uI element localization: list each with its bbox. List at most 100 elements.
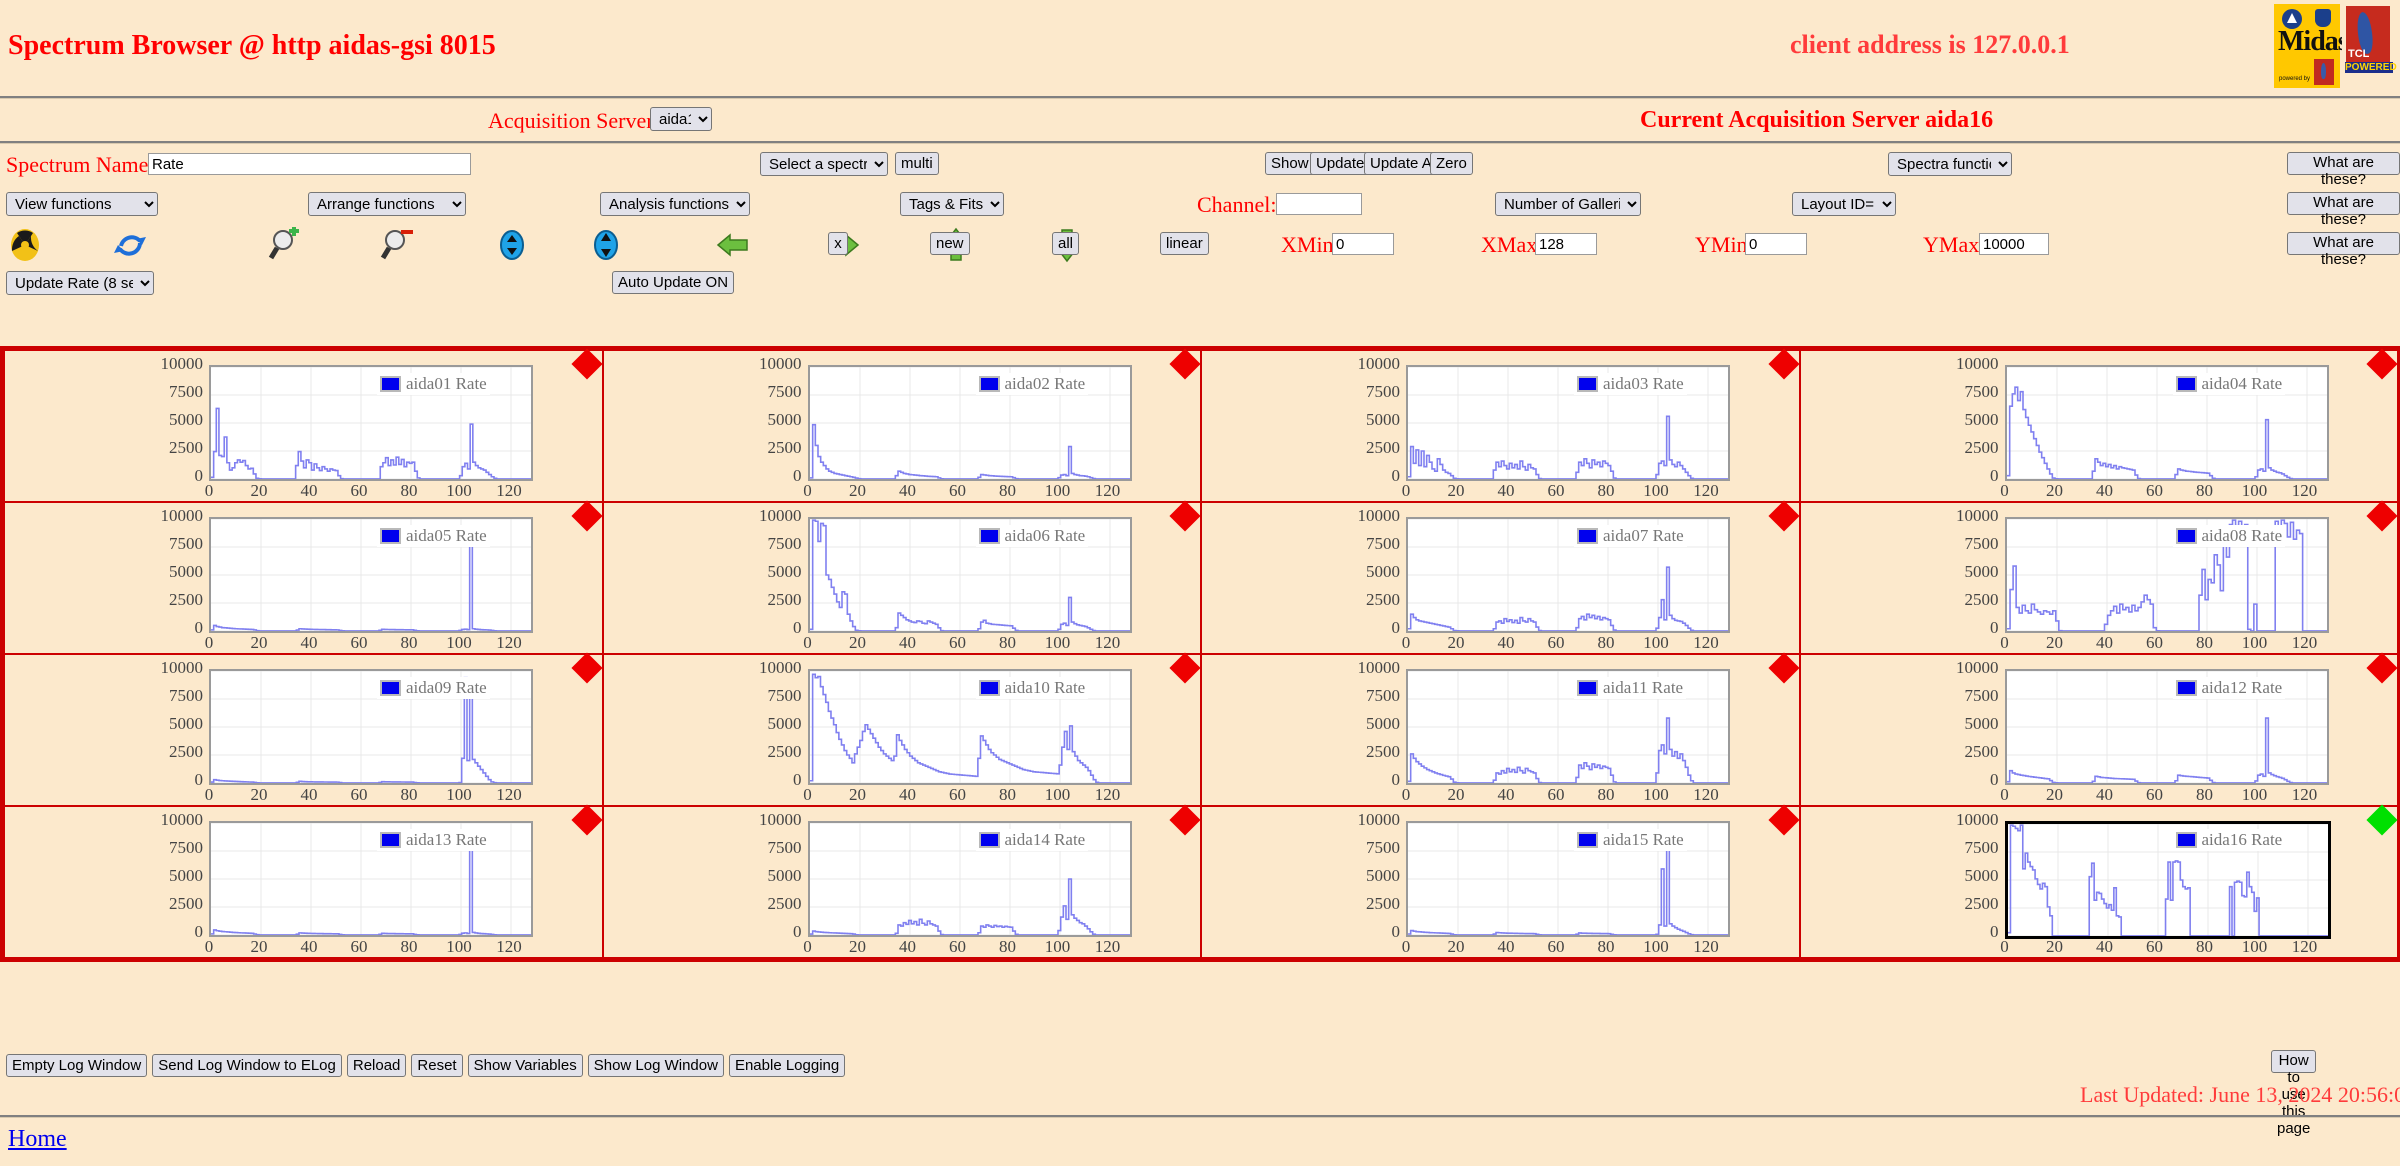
x-axis-tick: 60 [337, 937, 381, 957]
spectrum-panel-aida01[interactable]: 025005000750010000020406080100120aida01 … [5, 351, 602, 501]
spectrum-panel-aida16[interactable]: 025005000750010000020406080100120aida16 … [1801, 807, 2398, 957]
zoom-in-icon[interactable] [268, 227, 304, 263]
expand-icon[interactable] [588, 227, 624, 263]
acquisition-server-select[interactable]: aida16 [650, 107, 712, 131]
arrow-left-icon[interactable] [715, 227, 751, 263]
bottom-button-send-log-window-to-elog[interactable]: Send Log Window to ELog [152, 1054, 342, 1077]
client-address-text: client address is 127.0.0.1 [1790, 30, 2070, 60]
spectrum-panel-aida11[interactable]: 025005000750010000020406080100120aida11 … [1202, 655, 1799, 805]
spectrum-panel-aida07[interactable]: 025005000750010000020406080100120aida07 … [1202, 503, 1799, 653]
spectrum-panel-aida05[interactable]: 025005000750010000020406080100120aida05 … [5, 503, 602, 653]
bottom-button-show-variables[interactable]: Show Variables [468, 1054, 583, 1077]
status-diamond-aida15[interactable] [1768, 804, 1799, 835]
spectrum-panel-aida12[interactable]: 025005000750010000020406080100120aida12 … [1801, 655, 2398, 805]
spectrum-name-input[interactable] [148, 153, 471, 175]
gallery-cell[interactable]: 025005000750010000020406080100120aida15 … [1201, 806, 1800, 958]
x-axis-tick: 120 [487, 785, 531, 805]
gallery-cell[interactable]: 025005000750010000020406080100120aida01 … [4, 350, 603, 502]
view-functions-dropdown[interactable]: View functions [6, 192, 158, 216]
update-rate-dropdown[interactable]: Update Rate (8 secs) [6, 271, 154, 295]
linear-button[interactable]: linear [1160, 232, 1209, 255]
analysis-functions-dropdown[interactable]: Analysis functions [600, 192, 750, 216]
gallery-cell[interactable]: 025005000750010000020406080100120aida04 … [1800, 350, 2399, 502]
spectrum-panel-aida04[interactable]: 025005000750010000020406080100120aida04 … [1801, 351, 2398, 501]
what-are-these-button-2[interactable]: What are these? [2287, 192, 2400, 215]
number-of-galleries-dropdown[interactable]: Number of Galleries [1495, 192, 1641, 216]
status-diamond-aida16[interactable] [2366, 804, 2397, 835]
gallery-cell[interactable]: 025005000750010000020406080100120aida16 … [1800, 806, 2399, 958]
spectrum-panel-aida03[interactable]: 025005000750010000020406080100120aida03 … [1202, 351, 1799, 501]
spectrum-trace [1408, 844, 1728, 935]
bottom-button-reset[interactable]: Reset [411, 1054, 462, 1077]
multi-button[interactable]: multi [895, 152, 939, 175]
gallery-cell[interactable]: 025005000750010000020406080100120aida02 … [603, 350, 1202, 502]
status-diamond-aida09[interactable] [571, 652, 602, 683]
channel-input[interactable] [1276, 193, 1362, 215]
show-button[interactable]: Show [1265, 152, 1315, 175]
spectrum-panel-aida10[interactable]: 025005000750010000020406080100120aida10 … [604, 655, 1201, 805]
legend-swatch [2176, 832, 2197, 848]
ymax-input[interactable] [1979, 233, 2049, 255]
bottom-button-empty-log-window[interactable]: Empty Log Window [6, 1054, 147, 1077]
gallery-cell[interactable]: 025005000750010000020406080100120aida07 … [1201, 502, 1800, 654]
x-button[interactable]: x [828, 232, 848, 255]
all-button[interactable]: all [1052, 232, 1079, 255]
status-diamond-aida03[interactable] [1768, 348, 1799, 379]
ymin-input[interactable] [1745, 233, 1807, 255]
gallery-cell[interactable]: 025005000750010000020406080100120aida05 … [4, 502, 603, 654]
zero-button[interactable]: Zero [1430, 152, 1473, 175]
gallery-cell[interactable]: 025005000750010000020406080100120aida03 … [1201, 350, 1800, 502]
spectrum-panel-aida02[interactable]: 025005000750010000020406080100120aida02 … [604, 351, 1201, 501]
gallery-cell[interactable]: 025005000750010000020406080100120aida13 … [4, 806, 603, 958]
new-button[interactable]: new [930, 232, 970, 255]
home-link[interactable]: Home [8, 1126, 67, 1153]
collapse-icon[interactable] [494, 227, 530, 263]
bottom-button-reload[interactable]: Reload [347, 1054, 407, 1077]
spectra-functions-dropdown[interactable]: Spectra functions [1888, 152, 2012, 176]
bottom-button-enable-logging[interactable]: Enable Logging [729, 1054, 845, 1077]
spectrum-panel-aida06[interactable]: 025005000750010000020406080100120aida06 … [604, 503, 1201, 653]
status-diamond-aida06[interactable] [1169, 500, 1200, 531]
spectrum-panel-aida08[interactable]: 025005000750010000020406080100120aida08 … [1801, 503, 2398, 653]
gallery-cell[interactable]: 025005000750010000020406080100120aida12 … [1800, 654, 2399, 806]
layout-id-dropdown[interactable]: Layout ID=1 [1792, 192, 1896, 216]
spectrum-panel-aida09[interactable]: 025005000750010000020406080100120aida09 … [5, 655, 602, 805]
status-diamond-aida05[interactable] [571, 500, 602, 531]
tags-and-fits-dropdown[interactable]: Tags & Fits [900, 192, 1004, 216]
refresh-icon[interactable] [112, 227, 148, 263]
gallery-cell[interactable]: 025005000750010000020406080100120aida14 … [603, 806, 1202, 958]
what-are-these-button-1[interactable]: What are these? [2287, 152, 2400, 175]
gallery-cell[interactable]: 025005000750010000020406080100120aida06 … [603, 502, 1202, 654]
how-to-use-button[interactable]: How to use this page [2271, 1050, 2316, 1073]
arrange-functions-dropdown[interactable]: Arrange functions [308, 192, 466, 216]
spectrum-panel-aida14[interactable]: 025005000750010000020406080100120aida14 … [604, 807, 1201, 957]
what-are-these-button-3[interactable]: What are these? [2287, 232, 2400, 255]
xmin-input[interactable] [1332, 233, 1394, 255]
auto-update-button[interactable]: Auto Update ON [612, 271, 734, 294]
spectrum-trace [2007, 387, 2327, 479]
spectrum-panel-aida13[interactable]: 025005000750010000020406080100120aida13 … [5, 807, 602, 957]
xmax-input[interactable] [1535, 233, 1597, 255]
radiation-icon[interactable] [7, 227, 43, 263]
spectrum-panel-aida15[interactable]: 025005000750010000020406080100120aida15 … [1202, 807, 1799, 957]
x-axis-tick: 60 [936, 785, 980, 805]
gallery-cell[interactable]: 025005000750010000020406080100120aida08 … [1800, 502, 2399, 654]
status-diamond-aida08[interactable] [2366, 500, 2397, 531]
status-diamond-aida07[interactable] [1768, 500, 1799, 531]
bottom-button-show-log-window[interactable]: Show Log Window [588, 1054, 724, 1077]
status-diamond-aida10[interactable] [1169, 652, 1200, 683]
status-diamond-aida02[interactable] [1169, 348, 1200, 379]
gallery-cell[interactable]: 025005000750010000020406080100120aida11 … [1201, 654, 1800, 806]
status-diamond-aida01[interactable] [571, 348, 602, 379]
update-button[interactable]: Update [1310, 152, 1370, 175]
select-spectrum-dropdown[interactable]: Select a spectrum [760, 152, 888, 176]
gallery-cell[interactable]: 025005000750010000020406080100120aida09 … [4, 654, 603, 806]
status-diamond-aida13[interactable] [571, 804, 602, 835]
status-diamond-aida12[interactable] [2366, 652, 2397, 683]
status-diamond-aida04[interactable] [2366, 348, 2397, 379]
gallery-cell[interactable]: 025005000750010000020406080100120aida10 … [603, 654, 1202, 806]
status-diamond-aida11[interactable] [1768, 652, 1799, 683]
status-diamond-aida14[interactable] [1169, 804, 1200, 835]
zoom-out-icon[interactable] [380, 227, 416, 263]
bottom-toolbar: Empty Log WindowSend Log Window to ELogR… [0, 1050, 850, 1077]
